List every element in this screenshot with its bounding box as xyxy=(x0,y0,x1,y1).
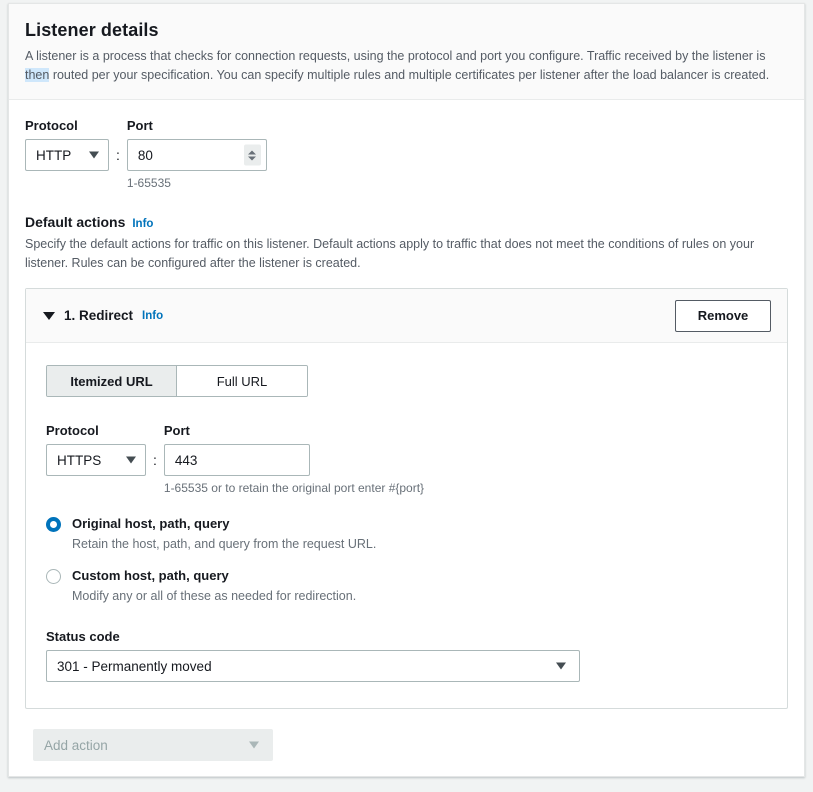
add-action-label: Add action xyxy=(44,737,108,753)
radio-custom-host-path-query[interactable]: Custom host, path, query Modify any or a… xyxy=(46,567,767,605)
listener-port-hint: 1-65535 xyxy=(126,176,171,190)
radio-button-icon[interactable] xyxy=(46,517,61,532)
default-actions-section: Default actions Info Specify the default… xyxy=(25,214,788,761)
listener-separator: : xyxy=(116,147,120,163)
page-title: Listener details xyxy=(25,20,159,40)
chevron-down-icon xyxy=(89,151,99,159)
redirect-protocol-select[interactable]: HTTPS xyxy=(46,444,146,476)
quantity-stepper[interactable] xyxy=(243,144,261,166)
status-code-label: Status code xyxy=(46,629,120,644)
listener-protocol-group: Protocol HTTP xyxy=(25,118,109,171)
redirect-port-input[interactable]: 443 xyxy=(163,444,310,476)
chevron-down-icon[interactable] xyxy=(43,311,55,320)
tab-full-url[interactable]: Full URL xyxy=(177,366,307,396)
panel-description: A listener is a process that checks for … xyxy=(25,47,785,85)
default-actions-heading: Default actions xyxy=(25,214,126,230)
radio-custom-description: Modify any or all of these as needed for… xyxy=(72,589,357,603)
add-action-dropdown: Add action xyxy=(33,729,273,761)
panel-header: Listener details A listener is a process… xyxy=(9,4,804,100)
redirect-separator-wrap: . : xyxy=(146,423,164,476)
default-actions-description: Specify the default actions for traffic … xyxy=(25,237,755,270)
radio-original-text: Original host, path, query Retain the ho… xyxy=(72,515,376,553)
redirect-protocol-label: Protocol xyxy=(46,423,99,438)
radio-original-label[interactable]: Original host, path, query xyxy=(72,515,376,533)
redirect-card-header: 1. Redirect Info Remove xyxy=(26,289,787,343)
listener-protocol-label: Protocol xyxy=(25,118,78,133)
listener-port-input[interactable]: 80 xyxy=(126,139,267,171)
host-path-query-radio-group: Original host, path, query Retain the ho… xyxy=(46,515,767,605)
redirect-separator: : xyxy=(153,452,157,468)
redirect-action-card: 1. Redirect Info Remove Itemized URL Ful… xyxy=(25,288,788,709)
redirect-protocol-group: Protocol HTTPS xyxy=(46,423,146,476)
listener-protocol-select[interactable]: HTTP xyxy=(25,139,109,171)
redirect-info-link[interactable]: Info xyxy=(142,310,163,322)
redirect-port-group: Port 443 1-65535 or to retain the origin… xyxy=(163,423,425,495)
stepper-up-icon[interactable] xyxy=(248,150,257,154)
remove-button[interactable]: Remove xyxy=(675,299,771,332)
radio-original-host-path-query[interactable]: Original host, path, query Retain the ho… xyxy=(46,515,767,553)
redirect-port-value: 443 xyxy=(174,452,198,468)
listener-protocol-port-row: Protocol HTTP . : Port 80 xyxy=(25,118,788,190)
redirect-protocol-port-row: Protocol HTTPS . : Port xyxy=(46,423,767,495)
redirect-card-header-left: 1. Redirect Info xyxy=(43,308,163,323)
chevron-down-icon xyxy=(126,456,136,464)
listener-port-value: 80 xyxy=(137,147,153,163)
radio-custom-text: Custom host, path, query Modify any or a… xyxy=(72,567,356,605)
panel-description-part2: routed per your specification. You can s… xyxy=(49,68,770,82)
default-actions-heading-row: Default actions Info xyxy=(25,214,788,230)
default-actions-info-link[interactable]: Info xyxy=(132,218,153,230)
tab-itemized-url[interactable]: Itemized URL xyxy=(47,366,177,396)
chevron-down-icon xyxy=(556,662,566,670)
status-code-value: 301 - Permanently moved xyxy=(57,658,212,674)
url-mode-segmented-control: Itemized URL Full URL xyxy=(46,365,308,397)
redirect-port-label: Port xyxy=(163,423,190,438)
panel-description-part1: A listener is a process that checks for … xyxy=(25,49,766,63)
radio-custom-label[interactable]: Custom host, path, query xyxy=(72,567,356,585)
listener-port-label: Port xyxy=(126,118,153,133)
stepper-down-icon[interactable] xyxy=(248,156,257,160)
listener-details-panel: Listener details A listener is a process… xyxy=(8,3,805,777)
listener-port-group: Port 80 1-65535 xyxy=(126,118,267,190)
listener-protocol-value: HTTP xyxy=(36,147,72,163)
panel-description-highlight: then xyxy=(25,68,50,82)
redirect-protocol-value: HTTPS xyxy=(57,452,102,468)
listener-separator-wrap: . : xyxy=(109,118,127,171)
redirect-card-body: Itemized URL Full URL Protocol HTTPS: P… xyxy=(26,343,787,708)
panel-body: Protocol HTTP . : Port 80 xyxy=(9,100,804,761)
radio-original-description: Retain the host, path, and query from th… xyxy=(72,537,377,551)
redirect-card-title: 1. Redirect xyxy=(64,308,134,323)
status-code-select[interactable]: 301 - Permanently moved xyxy=(46,650,580,682)
radio-button-icon[interactable] xyxy=(46,569,61,584)
status-code-group: Status code 301 - Permanently moved xyxy=(46,629,767,682)
redirect-port-hint: 1-65535 or to retain the original port e… xyxy=(163,481,425,495)
chevron-down-icon xyxy=(249,741,259,749)
